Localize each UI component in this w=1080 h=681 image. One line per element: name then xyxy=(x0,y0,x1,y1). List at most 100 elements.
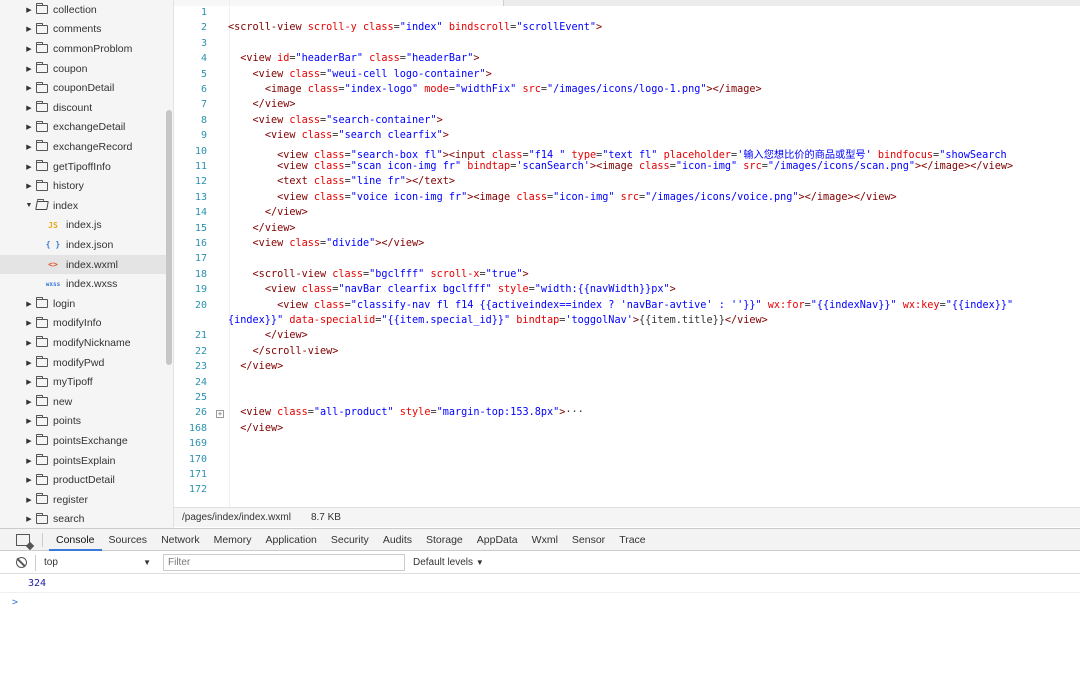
tree-item[interactable]: ▶ comments xyxy=(0,20,166,40)
devtools-tab-sources[interactable]: Sources xyxy=(102,529,155,551)
code-line[interactable]: <view class="divide"></view> xyxy=(228,238,425,249)
editor-tab-active[interactable] xyxy=(174,0,504,6)
caret-right-icon[interactable]: ▶ xyxy=(24,359,34,367)
tree-item[interactable]: ▶ history xyxy=(0,176,166,196)
tree-item[interactable]: ▶ login xyxy=(0,294,166,314)
caret-right-icon[interactable]: ▶ xyxy=(24,65,34,73)
devtools-tab-wxml[interactable]: Wxml xyxy=(525,529,565,551)
context-select[interactable]: top ▼ xyxy=(35,554,155,571)
code-line[interactable]: </view> xyxy=(228,99,296,110)
caret-right-icon[interactable]: ▶ xyxy=(24,319,34,327)
tree-item[interactable]: wxss index.wxss xyxy=(0,274,166,294)
code-line[interactable]: </view> xyxy=(228,361,283,372)
caret-right-icon[interactable]: ▶ xyxy=(24,6,34,14)
tree-item[interactable]: ▶ exchangeDetail xyxy=(0,118,166,138)
devtools-tab-storage[interactable]: Storage xyxy=(419,529,470,551)
code-line[interactable]: <view class="voice icon-img fr"><image c… xyxy=(228,192,897,203)
caret-right-icon[interactable]: ▶ xyxy=(24,496,34,504)
devtools-tab-network[interactable]: Network xyxy=(154,529,207,551)
tree-item[interactable]: <> index.wxml xyxy=(0,254,166,275)
caret-right-icon[interactable]: ▶ xyxy=(24,417,34,425)
caret-right-icon[interactable]: ▶ xyxy=(24,25,34,33)
devtools-tab-trace[interactable]: Trace xyxy=(612,529,652,551)
code-line[interactable]: <scroll-view scroll-y class="index" bind… xyxy=(228,22,602,33)
code-line[interactable]: <scroll-view class="bgclfff" scroll-x="t… xyxy=(228,269,529,280)
code-line[interactable]: <text class="line fr"></text> xyxy=(228,176,455,187)
code-line[interactable]: </view> xyxy=(228,423,283,434)
code-line[interactable]: <view class="all-product" style="margin-… xyxy=(228,407,584,418)
tree-item[interactable]: ▶ commonProblom xyxy=(0,39,166,59)
caret-right-icon[interactable]: ▶ xyxy=(24,143,34,151)
caret-right-icon[interactable]: ▶ xyxy=(24,437,34,445)
tree-item[interactable]: ▶ pointsExplain xyxy=(0,451,166,471)
code-line[interactable]: <view class="search-container"> xyxy=(228,115,443,126)
devtools-tab-memory[interactable]: Memory xyxy=(207,529,259,551)
caret-right-icon[interactable]: ▶ xyxy=(24,163,34,171)
caret-right-icon[interactable]: ▶ xyxy=(24,182,34,190)
tree-item[interactable]: ▶ exchangeRecord xyxy=(0,137,166,157)
tree-item[interactable]: ▶ coupon xyxy=(0,59,166,79)
devtools-tab-application[interactable]: Application xyxy=(259,529,324,551)
code-line[interactable]: <view class="weui-cell logo-container"> xyxy=(228,69,492,80)
tree-item[interactable]: ▶ modifyPwd xyxy=(0,353,166,373)
caret-down-icon[interactable]: ▼ xyxy=(24,202,34,209)
caret-right-icon[interactable]: ▶ xyxy=(24,104,34,112)
devtools-tab-audits[interactable]: Audits xyxy=(376,529,419,551)
caret-right-icon[interactable]: ▶ xyxy=(24,515,34,523)
code-line[interactable]: <view class="navBar clearfix bgclfff" st… xyxy=(228,284,676,295)
tree-item[interactable]: ▶ modifyNickname xyxy=(0,333,166,353)
tree-item[interactable]: { } index.json xyxy=(0,235,166,255)
code-token: "search-container" xyxy=(326,114,437,126)
console-filter-input[interactable] xyxy=(163,554,405,571)
caret-right-icon[interactable]: ▶ xyxy=(24,339,34,347)
caret-right-icon[interactable]: ▶ xyxy=(24,398,34,406)
fold-expand-icon[interactable]: + xyxy=(216,410,224,418)
tree-item[interactable]: ▶ modifyInfo xyxy=(0,314,166,334)
tree-item[interactable]: ▶ pointsExchange xyxy=(0,431,166,451)
devtools-tab-sensor[interactable]: Sensor xyxy=(565,529,612,551)
file-tree-scrollbar[interactable] xyxy=(166,110,172,365)
tree-item[interactable]: ▶ points xyxy=(0,412,166,432)
code-line[interactable]: <image class="index-logo" mode="widthFix… xyxy=(228,84,762,95)
code-line[interactable]: <view class="search-box fl"><input class… xyxy=(228,146,1007,161)
console-prompt[interactable]: > xyxy=(0,594,1080,612)
file-type-icon: <> xyxy=(48,260,58,270)
code-line[interactable]: </view> xyxy=(228,330,308,341)
inspect-element-icon[interactable] xyxy=(16,533,30,546)
code-token: ><input xyxy=(442,149,492,161)
tree-item[interactable]: ▼ index xyxy=(0,196,166,216)
tree-item[interactable]: ▶ couponDetail xyxy=(0,78,166,98)
tree-item-label: register xyxy=(53,493,89,506)
tree-item[interactable]: ▶ getTipoffInfo xyxy=(0,157,166,177)
caret-right-icon[interactable]: ▶ xyxy=(24,45,34,53)
clear-console-icon[interactable] xyxy=(16,557,27,568)
devtools-tab-console[interactable]: Console xyxy=(49,529,102,551)
code-line[interactable]: <view id="headerBar" class="headerBar"> xyxy=(228,53,479,64)
code-line[interactable]: </view> xyxy=(228,223,296,234)
tree-item[interactable]: ▶ search xyxy=(0,510,166,528)
log-levels-dropdown[interactable]: Default levels ▼ xyxy=(413,557,484,568)
caret-right-icon[interactable]: ▶ xyxy=(24,300,34,308)
console-output[interactable]: 324 > xyxy=(0,575,1080,681)
caret-right-icon[interactable]: ▶ xyxy=(24,123,34,131)
caret-right-icon[interactable]: ▶ xyxy=(24,378,34,386)
code-line[interactable]: {index}}" data-specialid="{{item.special… xyxy=(228,315,768,326)
tree-item[interactable]: ▶ register xyxy=(0,490,166,510)
tree-item[interactable]: ▶ new xyxy=(0,392,166,412)
tree-item[interactable]: ▶ collection xyxy=(0,0,166,20)
caret-right-icon[interactable]: ▶ xyxy=(24,476,34,484)
tree-item[interactable]: ▶ productDetail xyxy=(0,470,166,490)
devtools-tab-appdata[interactable]: AppData xyxy=(470,529,525,551)
code-line[interactable]: <view class="classify-nav fl f14 {{activ… xyxy=(228,300,1013,311)
caret-right-icon[interactable]: ▶ xyxy=(24,84,34,92)
tree-item[interactable]: ▶ discount xyxy=(0,98,166,118)
tree-item[interactable]: JS index.js xyxy=(0,216,166,236)
code-line[interactable]: </scroll-view> xyxy=(228,346,339,357)
tree-item[interactable]: ▶ myTipoff xyxy=(0,372,166,392)
caret-right-icon[interactable]: ▶ xyxy=(24,457,34,465)
code-line[interactable]: <view class="search clearfix"> xyxy=(228,130,449,141)
code-line[interactable]: <view class="scan icon-img fr" bindtap='… xyxy=(228,161,1013,172)
code-editor[interactable]: + 1 2 <scroll-view scroll-y class="index" … xyxy=(174,0,1080,507)
code-line[interactable]: </view> xyxy=(228,207,308,218)
devtools-tab-security[interactable]: Security xyxy=(324,529,376,551)
